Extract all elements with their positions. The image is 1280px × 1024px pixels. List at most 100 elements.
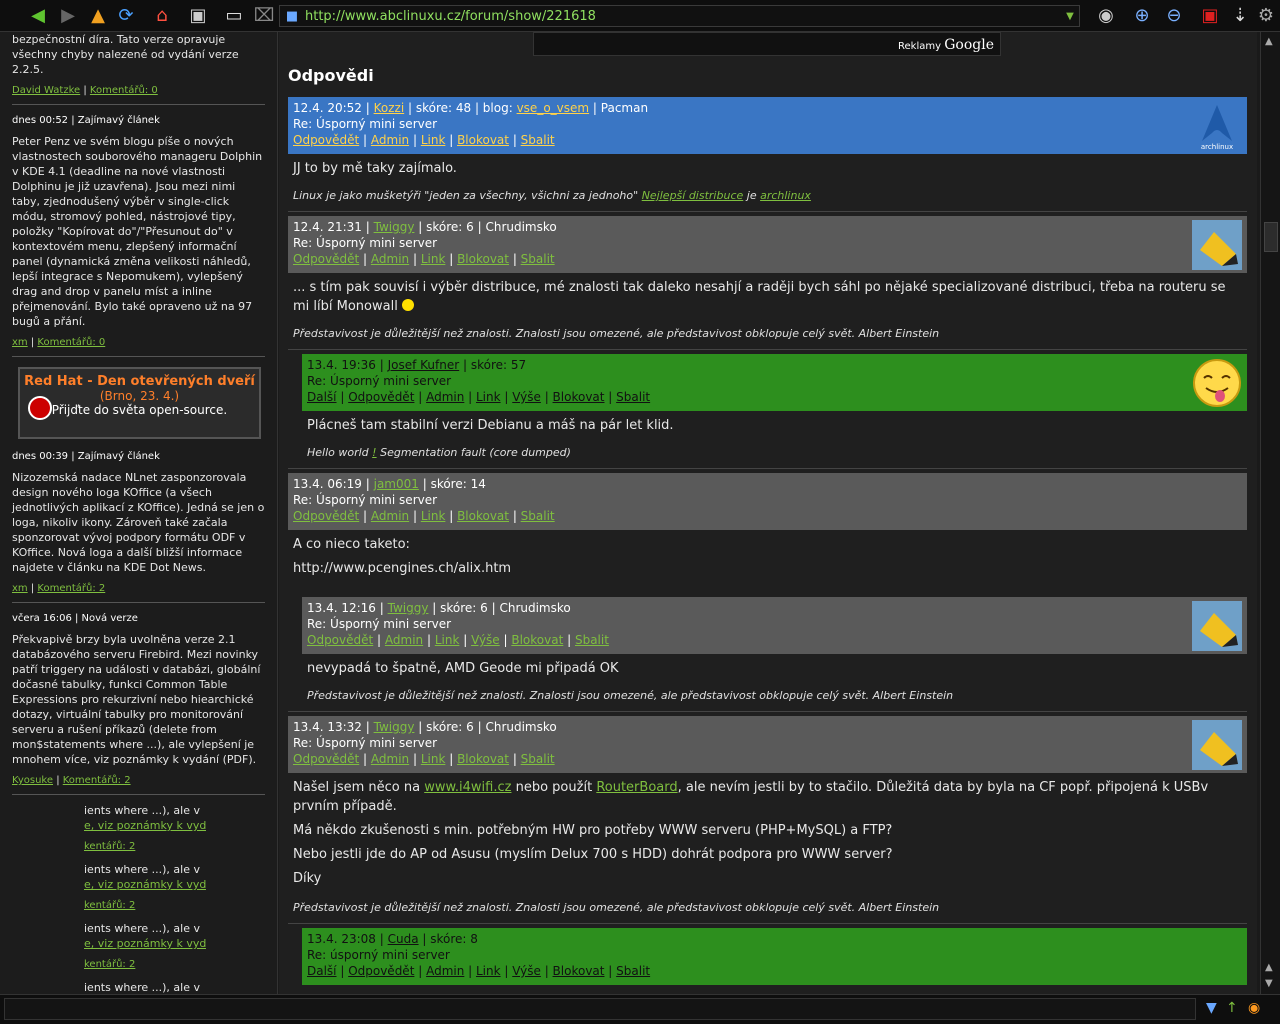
news-meta: včera 16:06 | Nová verze [12, 613, 138, 624]
filter-icon[interactable]: ▼ [1206, 1000, 1217, 1016]
redhat-ad[interactable]: Red Hat - Den otevřených dveří (Brno, 23… [18, 367, 261, 439]
news-comments-link[interactable]: Komentářů: 2 [63, 775, 131, 786]
news-meta: dnes 00:52 | Zajímavý článek [12, 115, 160, 126]
news-author-link[interactable]: Kyosuke [12, 775, 53, 786]
binoculars-icon[interactable]: ◉ [1094, 4, 1118, 28]
collapse-link[interactable]: Sbalit [521, 252, 555, 266]
block-link[interactable]: Blokovat [457, 133, 509, 147]
permalink[interactable]: Link [435, 633, 460, 647]
comment-header: 12.4. 21:31 | Twiggy | skóre: 6 | Chrudi… [288, 216, 1247, 273]
next-link[interactable]: Další [307, 964, 337, 978]
comment-header: 13.4. 12:16 | Twiggy | skóre: 6 | Chrudi… [302, 597, 1247, 654]
comment-author[interactable]: Cuda [388, 932, 419, 946]
block-link[interactable]: Blokovat [553, 964, 605, 978]
block-link[interactable]: Blokovat [457, 509, 509, 523]
reply-link[interactable]: Odpovědět [348, 390, 414, 404]
blog-link[interactable]: vse_o_vsem [517, 101, 590, 115]
news-item: bezpečnostní díra. Tato verze opravuje v… [0, 32, 277, 105]
news-author-link[interactable]: David Watzke [12, 85, 80, 96]
collapse-link[interactable]: Sbalit [616, 390, 650, 404]
url-text[interactable]: http://www.abclinuxu.cz/forum/show/22161… [305, 9, 596, 24]
comment-extra: Chrudimsko [485, 720, 557, 734]
comment-author[interactable]: Twiggy [374, 720, 415, 734]
reply-link[interactable]: Odpovědět [307, 633, 373, 647]
permalink[interactable]: Link [421, 133, 446, 147]
sig-link[interactable]: Nejlepší distribuce [642, 189, 744, 202]
admin-link[interactable]: Admin [426, 390, 464, 404]
terminal-icon[interactable]: ▣ [186, 4, 210, 28]
admin-link[interactable]: Admin [371, 509, 409, 523]
block-link[interactable]: Blokovat [553, 390, 605, 404]
permalink[interactable]: Link [421, 252, 446, 266]
permalink[interactable]: Link [476, 390, 501, 404]
windows-logo-avatar-icon [1192, 220, 1242, 270]
reload-icon[interactable]: ⟳ [114, 4, 138, 28]
reply-link[interactable]: Odpovědět [293, 509, 359, 523]
archlinux-avatar-icon: archlinux [1192, 101, 1242, 151]
home-icon[interactable]: ⌂ [150, 4, 174, 28]
permalink[interactable]: Link [421, 509, 446, 523]
forward-icon[interactable]: ▶ [56, 4, 80, 28]
windows-logo-avatar-icon [1192, 601, 1242, 651]
admin-link[interactable]: Admin [371, 752, 409, 766]
news-author-link[interactable]: xm [12, 337, 28, 348]
parent-link[interactable]: Výše [512, 390, 541, 404]
comment-author[interactable]: Kozzi [374, 101, 405, 115]
collapse-link[interactable]: Sbalit [575, 633, 609, 647]
scroll-down-icon[interactable]: ▼ [1265, 978, 1273, 989]
scroll-up-icon[interactable]: ▲ [1265, 36, 1273, 47]
google-ad-strip[interactable]: Reklamy Google [533, 32, 1001, 56]
collapse-link[interactable]: Sbalit [521, 509, 555, 523]
zoom-out-icon[interactable]: ⊖ [1162, 4, 1186, 28]
chevron-down-icon[interactable]: ▼ [1063, 8, 1077, 24]
admin-link[interactable]: Admin [371, 252, 409, 266]
news-comments-link[interactable]: Komentářů: 2 [37, 583, 105, 594]
reply-link[interactable]: Odpovědět [293, 133, 359, 147]
admin-link[interactable]: Admin [385, 633, 423, 647]
next-link[interactable]: Další [307, 390, 337, 404]
admin-link[interactable]: Admin [371, 133, 409, 147]
ad-title[interactable]: Red Hat - Den otevřených dveří [24, 374, 255, 389]
sig-link[interactable]: ! [372, 446, 376, 459]
sig-link[interactable]: archlinux [760, 189, 811, 202]
block-link[interactable]: Blokovat [457, 752, 509, 766]
parent-link[interactable]: Výše [471, 633, 500, 647]
permalink[interactable]: Link [476, 964, 501, 978]
comment-author[interactable]: Twiggy [374, 220, 415, 234]
comment-author[interactable]: jam001 [374, 477, 419, 491]
comment-header: 13.4. 19:36 | Josef Kufner | skóre: 57 R… [302, 354, 1247, 411]
news-comments-link[interactable]: Komentářů: 0 [37, 337, 105, 348]
news-comments-link[interactable]: Komentářů: 0 [90, 85, 158, 96]
rss-icon[interactable]: ◉ [1248, 1000, 1260, 1016]
up-icon[interactable]: ▲ [86, 4, 110, 28]
admin-link[interactable]: Admin [426, 964, 464, 978]
reply-link[interactable]: Odpovědět [293, 752, 359, 766]
vertical-scrollbar[interactable]: ▲ ▲ ▼ [1260, 32, 1280, 994]
block-link[interactable]: Blokovat [511, 633, 563, 647]
back-icon[interactable]: ◀ [26, 4, 50, 28]
download-icon[interactable]: ⇣ [1228, 4, 1252, 28]
parent-link[interactable]: Výše [512, 964, 541, 978]
reply-link[interactable]: Odpovědět [293, 252, 359, 266]
lock-icon[interactable]: ▣ [1198, 4, 1222, 28]
body-link[interactable]: RouterBoard [596, 780, 677, 795]
scroll-up-icon[interactable]: ▲ [1265, 962, 1273, 973]
window-icon[interactable]: ▭ [222, 4, 246, 28]
block-link[interactable]: Blokovat [457, 252, 509, 266]
scrollbar-thumb[interactable] [1264, 222, 1278, 252]
reply-link[interactable]: Odpovědět [348, 964, 414, 978]
comment-author[interactable]: Twiggy [388, 601, 429, 615]
security-icon[interactable]: ↑ [1226, 1000, 1238, 1016]
body-link[interactable]: www.i4wifi.cz [424, 780, 511, 795]
main-content: Reklamy Google Odpovědi 12.4. 20:52 | Ko… [279, 32, 1257, 994]
news-author-link[interactable]: xm [12, 583, 28, 594]
collapse-link[interactable]: Sbalit [521, 133, 555, 147]
collapse-link[interactable]: Sbalit [521, 752, 555, 766]
url-bar[interactable]: ■ http://www.abclinuxu.cz/forum/show/221… [279, 5, 1080, 27]
comment-author[interactable]: Josef Kufner [388, 358, 460, 372]
collapse-link[interactable]: Sbalit [616, 964, 650, 978]
permalink[interactable]: Link [421, 752, 446, 766]
zoom-in-icon[interactable]: ⊕ [1130, 4, 1154, 28]
gear-icon[interactable]: ⚙ [1254, 4, 1278, 28]
stop-icon[interactable]: ⌧ [252, 4, 276, 28]
